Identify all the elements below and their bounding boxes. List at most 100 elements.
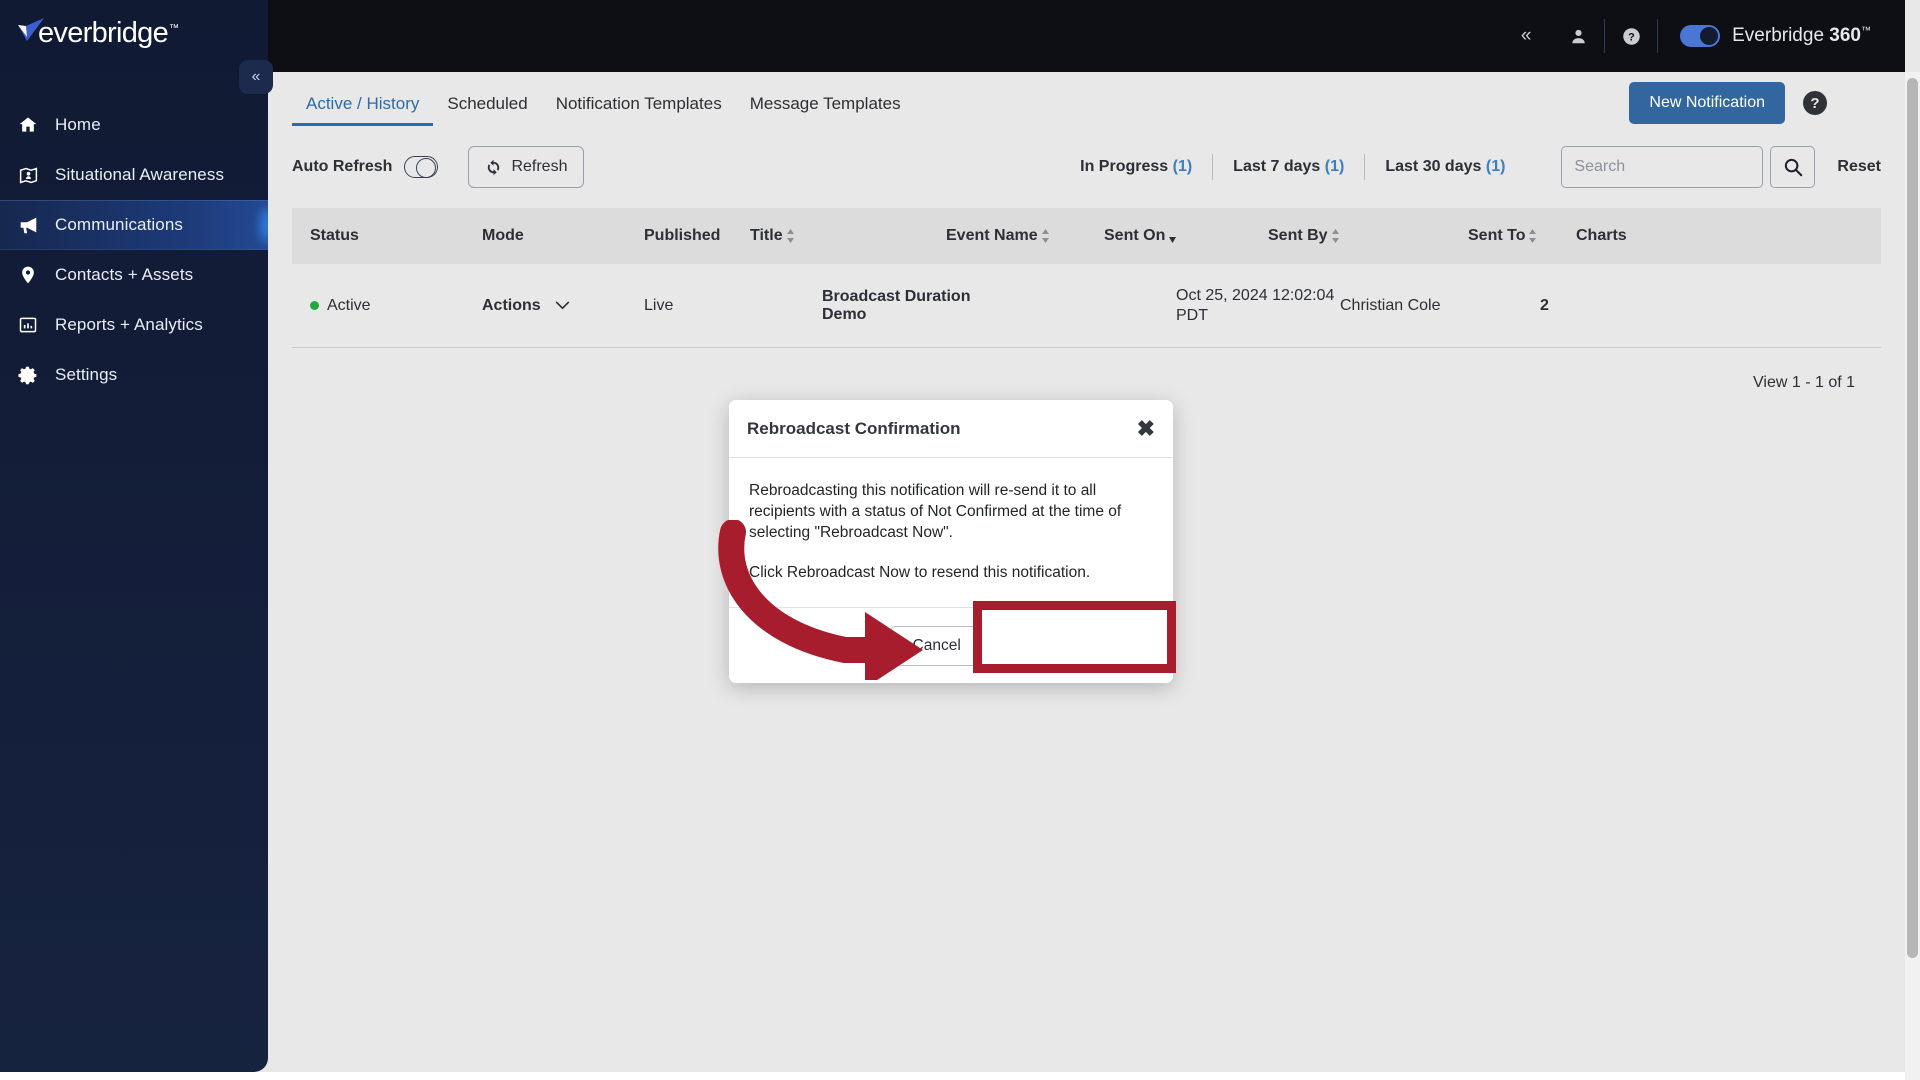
actions-dropdown[interactable]: Actions [482, 297, 644, 315]
column-event-name[interactable]: Event Name [946, 227, 1104, 245]
table-header-row: Status Mode Published Title Event Name S… [292, 208, 1881, 264]
filter-links: In Progress (1) Last 7 days (1) Last 30 … [1060, 146, 1881, 188]
auto-refresh-toggle[interactable] [404, 156, 439, 178]
sidebar-item-communications[interactable]: Communications [0, 200, 268, 250]
magnifier-icon [1784, 158, 1803, 177]
gear-icon [17, 364, 39, 386]
help-icon[interactable]: ? [1803, 91, 1827, 115]
modal-paragraph-2: Click Rebroadcast Now to resend this not… [749, 564, 1091, 582]
search-group [1561, 146, 1816, 188]
cell-title[interactable]: Broadcast Duration Demo [822, 288, 1018, 324]
sidebar-item-label: Situational Awareness [55, 165, 225, 184]
refresh-label: Refresh [511, 158, 568, 175]
column-status: Status [310, 227, 359, 244]
column-published: Published [644, 227, 721, 244]
svg-text:?: ? [1628, 31, 1635, 43]
actions-label: Actions [482, 296, 541, 314]
cell-status: Active [292, 297, 482, 315]
everbridge-360-label: Everbridge 360™ [1732, 25, 1871, 46]
sidebar-item-home[interactable]: Home [0, 100, 268, 150]
home-icon [17, 114, 39, 136]
cell-sent-on: Oct 25, 2024 12:02:04 PDT [1176, 286, 1335, 324]
rebroadcast-confirmation-dialog: Rebroadcast Confirmation ✖ Rebroadcastin… [729, 400, 1173, 684]
top-bar: « ? Everbridge 360™ [268, 0, 1905, 72]
sidebar: everbridge™ Home Situational Awareness C… [0, 0, 268, 1072]
app-screen: everbridge™ Home Situational Awareness C… [0, 0, 1920, 1080]
account-button[interactable] [1552, 14, 1604, 58]
help-button[interactable]: ? [1605, 14, 1657, 58]
table-toolbar: Auto Refresh Refresh In Progress (1) Las… [268, 126, 1905, 208]
sidebar-item-label: Settings [55, 365, 118, 384]
auto-refresh-label: Auto Refresh [292, 158, 393, 175]
sort-icon [786, 229, 795, 243]
status-label: Active [327, 296, 371, 314]
column-mode: Mode [482, 227, 524, 244]
modal-title: Rebroadcast Confirmation [747, 418, 961, 438]
sidebar-item-label: Contacts + Assets [55, 265, 194, 284]
cell-mode: Live [644, 296, 674, 314]
everbridge-360-toggle[interactable] [1680, 25, 1721, 47]
sidebar-nav: Home Situational Awareness Communication… [0, 100, 268, 400]
modal-header: Rebroadcast Confirmation ✖ [729, 400, 1173, 458]
status-dot-icon [310, 301, 319, 310]
cell-actions[interactable]: Actions [482, 297, 644, 315]
rebroadcast-now-button[interactable]: Rebroadcast Now [995, 625, 1155, 666]
cancel-button[interactable]: Cancel [889, 625, 984, 666]
megaphone-icon [17, 214, 39, 236]
sort-icon [1041, 229, 1050, 243]
sort-icon [1331, 229, 1340, 243]
tab-scheduled[interactable]: Scheduled [433, 94, 541, 126]
notifications-table: Status Mode Published Title Event Name S… [268, 208, 1905, 392]
sidebar-item-contacts-assets[interactable]: Contacts + Assets [0, 250, 268, 300]
auto-refresh-group: Auto Refresh [292, 156, 439, 178]
cell-sent-by: Christian Cole [1340, 296, 1441, 314]
sort-icon-desc-active [1168, 229, 1177, 243]
sidebar-item-label: Home [55, 115, 101, 134]
modal-body: Rebroadcasting this notification will re… [729, 458, 1173, 607]
modal-footer: Cancel Rebroadcast Now [729, 607, 1173, 683]
column-sent-on[interactable]: Sent On [1104, 227, 1268, 245]
column-sent-by[interactable]: Sent By [1268, 227, 1468, 245]
search-input[interactable] [1561, 146, 1764, 188]
new-notification-button[interactable]: New Notification [1629, 82, 1785, 124]
column-title[interactable]: Title [750, 227, 946, 245]
sidebar-collapse-button[interactable]: « [239, 60, 273, 94]
refresh-icon [488, 159, 500, 175]
chevron-double-left-icon: « [251, 68, 261, 85]
cell-sent-to: 2 [1540, 296, 1549, 314]
everbridge-wordmark: everbridge™ [38, 16, 179, 49]
modal-paragraph-1: Rebroadcasting this notification will re… [749, 482, 1122, 542]
sidebar-item-label: Communications [55, 215, 184, 234]
tab-notification-templates[interactable]: Notification Templates [542, 94, 736, 126]
reset-link[interactable]: Reset [1837, 158, 1881, 176]
everbridge-logo: everbridge™ [14, 16, 179, 50]
filter-last-30-days[interactable]: Last 30 days (1) [1365, 158, 1525, 176]
sidebar-item-label: Reports + Analytics [55, 315, 203, 334]
column-sent-to[interactable]: Sent To [1468, 227, 1576, 245]
window-bottom-edge [0, 1072, 1920, 1080]
close-icon[interactable]: ✖ [1137, 417, 1155, 440]
bar-chart-icon [17, 314, 39, 336]
table-row[interactable]: Active Actions Live Broadcast Duration D… [292, 264, 1881, 348]
filter-last-7-days[interactable]: Last 7 days (1) [1213, 158, 1364, 176]
filter-in-progress[interactable]: In Progress (1) [1060, 158, 1212, 176]
chevron-down-icon [555, 301, 570, 310]
user-icon [1571, 29, 1585, 43]
search-button[interactable] [1770, 146, 1816, 188]
everbridge-360-toggle-group[interactable]: Everbridge 360™ [1658, 25, 1871, 47]
sidebar-item-reports-analytics[interactable]: Reports + Analytics [0, 300, 268, 350]
map-pin-icon [17, 264, 39, 286]
tab-message-templates[interactable]: Message Templates [736, 94, 915, 126]
tab-bar: Active / History Scheduled Notification … [268, 72, 1905, 126]
tab-active-history[interactable]: Active / History [292, 94, 434, 126]
sidebar-item-situational-awareness[interactable]: Situational Awareness [0, 150, 268, 200]
chevron-double-left-icon: « [1520, 25, 1532, 46]
question-circle-icon: ? [1622, 27, 1640, 45]
top-bar-actions: « ? Everbridge 360™ [1500, 14, 1871, 58]
sidebar-item-settings[interactable]: Settings [0, 350, 268, 400]
scrollbar-thumb[interactable] [1907, 78, 1918, 958]
map-person-icon [17, 164, 39, 186]
topbar-collapse-button[interactable]: « [1500, 14, 1552, 58]
sort-icon [1528, 229, 1537, 243]
refresh-button[interactable]: Refresh [468, 146, 585, 188]
